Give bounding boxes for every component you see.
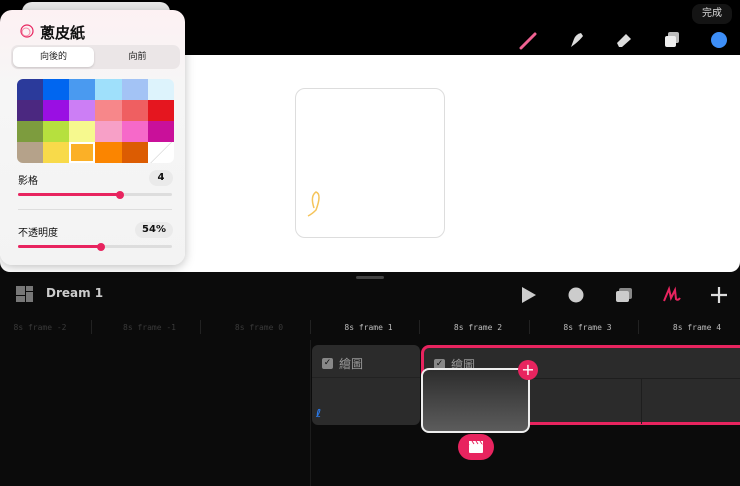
color-swatch[interactable] bbox=[121, 79, 148, 100]
color-swatch[interactable] bbox=[69, 79, 96, 100]
done-button[interactable]: 完成 bbox=[692, 4, 732, 24]
tab-backward[interactable]: 向後的 bbox=[13, 47, 94, 67]
ruler-divider bbox=[419, 320, 420, 334]
projects-icon[interactable] bbox=[16, 286, 34, 302]
color-swatch[interactable] bbox=[121, 100, 148, 121]
popover-title: 蔥皮紙 bbox=[40, 24, 86, 42]
add-icon[interactable] bbox=[709, 285, 729, 305]
color-swatch[interactable] bbox=[17, 142, 44, 163]
frames-value: 4 bbox=[149, 170, 173, 186]
smudge-icon[interactable] bbox=[566, 30, 586, 50]
frames-slider[interactable] bbox=[18, 190, 172, 199]
color-swatch[interactable] bbox=[43, 100, 70, 121]
ruler-divider bbox=[90, 320, 92, 334]
color-swatch[interactable] bbox=[95, 121, 122, 142]
brush-icon[interactable] bbox=[518, 30, 538, 50]
record-icon[interactable] bbox=[566, 285, 586, 305]
opacity-slider[interactable] bbox=[18, 242, 172, 251]
onion-icon bbox=[20, 24, 34, 38]
color-swatch[interactable] bbox=[69, 100, 96, 121]
ruler-divider bbox=[528, 320, 530, 334]
direction-segmented-control: 向後的 向前 bbox=[11, 45, 180, 69]
divider bbox=[18, 209, 172, 210]
frame-thumbnail-stroke: ℓ bbox=[316, 407, 322, 420]
frame-options-button[interactable] bbox=[458, 434, 494, 460]
color-swatch[interactable] bbox=[69, 121, 96, 142]
frame-label[interactable]: 8s frame -1 bbox=[100, 323, 200, 332]
color-swatch[interactable] bbox=[69, 142, 96, 163]
slider-knob[interactable] bbox=[97, 242, 106, 251]
canvas-frame[interactable] bbox=[295, 88, 445, 238]
frame-label[interactable]: 8s frame 2 bbox=[428, 323, 528, 332]
slider-knob[interactable] bbox=[115, 190, 124, 199]
frame-label[interactable]: 8s frame 1 bbox=[319, 323, 419, 332]
sketch-stroke bbox=[307, 191, 320, 217]
color-icon[interactable] bbox=[709, 30, 729, 50]
ruler-divider bbox=[200, 320, 201, 334]
tab-forward[interactable]: 向前 bbox=[97, 47, 178, 67]
layers-icon[interactable] bbox=[662, 30, 682, 50]
onion-skin-toggle-icon[interactable] bbox=[661, 284, 683, 306]
color-swatch[interactable] bbox=[17, 79, 44, 100]
track-cell[interactable]: ✓ 繪圖 ℓ bbox=[312, 345, 420, 425]
clapper-icon bbox=[469, 440, 483, 453]
onion-layers-icon[interactable] bbox=[614, 285, 634, 305]
frame-label[interactable]: 8s frame 3 bbox=[538, 323, 638, 332]
color-swatch[interactable] bbox=[147, 142, 174, 163]
color-swatch[interactable] bbox=[17, 100, 44, 121]
color-swatch[interactable] bbox=[95, 142, 122, 163]
frame-label[interactable]: 8s frame 4 bbox=[647, 323, 740, 332]
color-swatch[interactable] bbox=[43, 121, 70, 142]
opacity-label: 不透明度 bbox=[18, 228, 58, 239]
color-swatch[interactable] bbox=[43, 142, 70, 163]
visibility-checkbox[interactable]: ✓ bbox=[322, 358, 333, 369]
color-swatch[interactable] bbox=[95, 100, 122, 121]
project-name[interactable]: Dream 1 bbox=[46, 286, 103, 300]
eraser-icon[interactable] bbox=[614, 30, 634, 50]
color-swatch[interactable] bbox=[147, 79, 174, 100]
playhead-line bbox=[310, 340, 311, 486]
onion-skin-popover: 蔥皮紙 向後的 向前 影格 4 不透明度 54% bbox=[0, 10, 185, 265]
track-name: 繪圖 bbox=[339, 357, 364, 371]
color-swatch[interactable] bbox=[147, 100, 174, 121]
color-swatch[interactable] bbox=[121, 121, 148, 142]
frame-label[interactable]: 8s frame 0 bbox=[209, 323, 309, 332]
color-swatch[interactable] bbox=[147, 121, 174, 142]
color-swatch[interactable] bbox=[17, 121, 44, 142]
color-swatch[interactable] bbox=[121, 142, 148, 163]
add-frame-button[interactable]: + bbox=[518, 360, 538, 380]
color-swatch[interactable] bbox=[43, 79, 70, 100]
panel-drag-handle[interactable] bbox=[356, 276, 384, 279]
ruler-divider bbox=[309, 320, 311, 334]
ruler-divider bbox=[638, 320, 639, 334]
selected-frame[interactable] bbox=[421, 368, 530, 433]
frames-label: 影格 bbox=[18, 176, 38, 187]
play-icon[interactable] bbox=[518, 285, 538, 305]
opacity-value: 54% bbox=[135, 222, 173, 238]
color-swatch[interactable] bbox=[95, 79, 122, 100]
color-palette bbox=[17, 79, 174, 163]
frame-label[interactable]: 8s frame -2 bbox=[0, 323, 90, 332]
